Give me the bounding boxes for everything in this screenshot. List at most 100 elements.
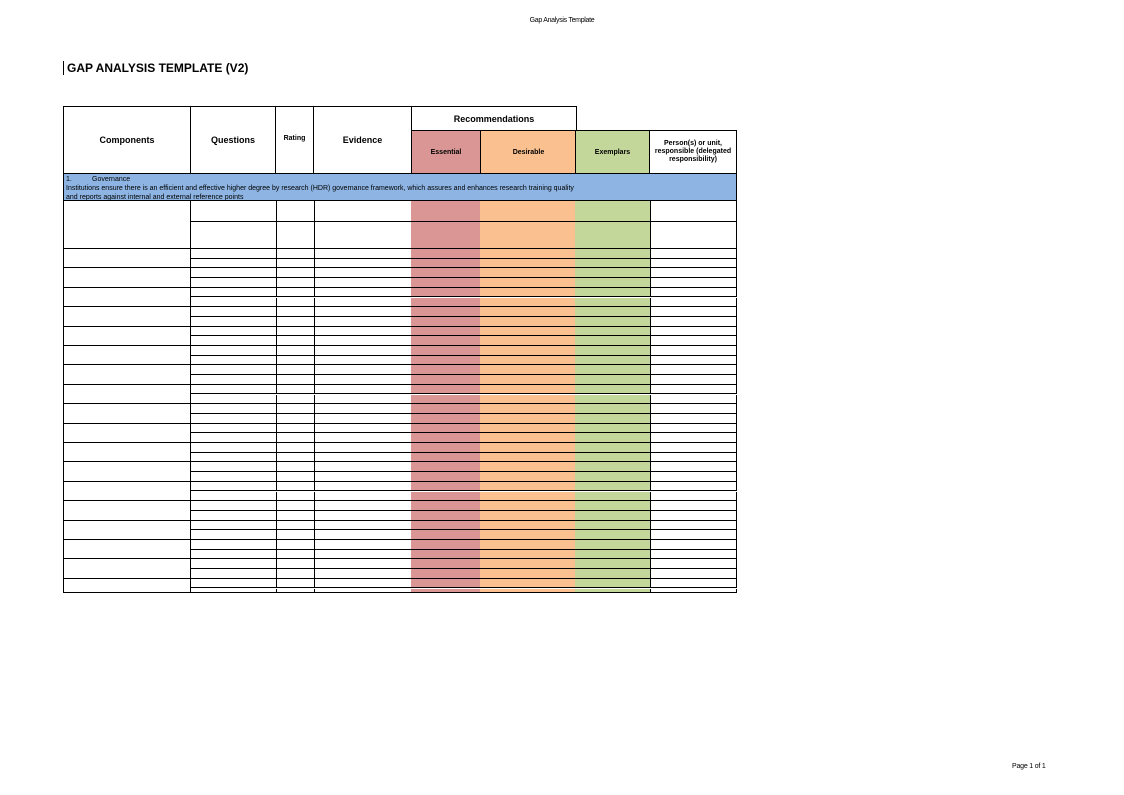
evidence-cell[interactable] (313, 365, 413, 376)
question-cell[interactable] (190, 365, 277, 376)
person-responsible-cell[interactable] (649, 481, 737, 492)
exemplars-cell[interactable] (575, 578, 651, 589)
component-cell[interactable] (63, 287, 191, 308)
desirable-cell[interactable] (480, 258, 577, 269)
desirable-cell[interactable] (480, 249, 577, 259)
desirable-cell[interactable] (480, 452, 577, 463)
component-cell[interactable] (63, 481, 191, 502)
rating-cell[interactable] (275, 481, 315, 492)
person-responsible-cell[interactable] (649, 549, 737, 560)
desirable-cell[interactable] (480, 394, 577, 405)
question-cell[interactable] (190, 222, 277, 249)
essential-cell[interactable] (411, 588, 482, 593)
evidence-cell[interactable] (313, 316, 413, 327)
exemplars-cell[interactable] (575, 481, 651, 492)
exemplars-cell[interactable] (575, 365, 651, 376)
rating-cell[interactable] (275, 336, 315, 346)
essential-cell[interactable] (411, 462, 482, 473)
person-responsible-cell[interactable] (649, 588, 737, 593)
desirable-cell[interactable] (480, 384, 577, 395)
rating-cell[interactable] (275, 462, 315, 473)
evidence-cell[interactable] (313, 433, 413, 443)
question-cell[interactable] (190, 258, 277, 269)
person-responsible-cell[interactable] (649, 520, 737, 531)
evidence-cell[interactable] (313, 530, 413, 540)
question-cell[interactable] (190, 336, 277, 346)
essential-cell[interactable] (411, 472, 482, 482)
essential-cell[interactable] (411, 501, 482, 511)
person-responsible-cell[interactable] (649, 326, 737, 337)
evidence-cell[interactable] (313, 258, 413, 269)
essential-cell[interactable] (411, 316, 482, 327)
question-cell[interactable] (190, 413, 277, 424)
exemplars-cell[interactable] (575, 375, 651, 385)
question-cell[interactable] (190, 268, 277, 279)
essential-cell[interactable] (411, 394, 482, 405)
desirable-cell[interactable] (480, 530, 577, 540)
person-responsible-cell[interactable] (649, 394, 737, 405)
exemplars-cell[interactable] (575, 491, 651, 502)
essential-cell[interactable] (411, 326, 482, 337)
rating-cell[interactable] (275, 249, 315, 259)
person-responsible-cell[interactable] (649, 433, 737, 443)
rating-cell[interactable] (275, 569, 315, 579)
essential-cell[interactable] (411, 510, 482, 521)
rating-cell[interactable] (275, 307, 315, 317)
question-cell[interactable] (190, 588, 277, 593)
evidence-cell[interactable] (313, 578, 413, 589)
desirable-cell[interactable] (480, 578, 577, 589)
evidence-cell[interactable] (313, 501, 413, 511)
person-responsible-cell[interactable] (649, 287, 737, 298)
exemplars-cell[interactable] (575, 326, 651, 337)
rating-cell[interactable] (275, 316, 315, 327)
essential-cell[interactable] (411, 365, 482, 376)
person-responsible-cell[interactable] (649, 501, 737, 511)
rating-cell[interactable] (275, 394, 315, 405)
rating-cell[interactable] (275, 355, 315, 366)
rating-cell[interactable] (275, 346, 315, 356)
rating-cell[interactable] (275, 588, 315, 593)
rating-cell[interactable] (275, 297, 315, 308)
evidence-cell[interactable] (313, 375, 413, 385)
essential-cell[interactable] (411, 375, 482, 385)
evidence-cell[interactable] (313, 268, 413, 279)
evidence-cell[interactable] (313, 355, 413, 366)
component-cell[interactable] (63, 201, 191, 249)
exemplars-cell[interactable] (575, 443, 651, 453)
exemplars-cell[interactable] (575, 423, 651, 434)
person-responsible-cell[interactable] (649, 307, 737, 317)
desirable-cell[interactable] (480, 569, 577, 579)
question-cell[interactable] (190, 472, 277, 482)
essential-cell[interactable] (411, 578, 482, 589)
essential-cell[interactable] (411, 569, 482, 579)
desirable-cell[interactable] (480, 201, 577, 222)
evidence-cell[interactable] (313, 404, 413, 414)
exemplars-cell[interactable] (575, 336, 651, 346)
question-cell[interactable] (190, 355, 277, 366)
question-cell[interactable] (190, 549, 277, 560)
desirable-cell[interactable] (480, 404, 577, 414)
person-responsible-cell[interactable] (649, 346, 737, 356)
person-responsible-cell[interactable] (649, 297, 737, 308)
exemplars-cell[interactable] (575, 472, 651, 482)
essential-cell[interactable] (411, 278, 482, 288)
person-responsible-cell[interactable] (649, 365, 737, 376)
question-cell[interactable] (190, 540, 277, 550)
evidence-cell[interactable] (313, 452, 413, 463)
exemplars-cell[interactable] (575, 287, 651, 298)
rating-cell[interactable] (275, 433, 315, 443)
question-cell[interactable] (190, 510, 277, 521)
desirable-cell[interactable] (480, 549, 577, 560)
exemplars-cell[interactable] (575, 588, 651, 593)
evidence-cell[interactable] (313, 462, 413, 473)
rating-cell[interactable] (275, 258, 315, 269)
rating-cell[interactable] (275, 578, 315, 589)
desirable-cell[interactable] (480, 326, 577, 337)
essential-cell[interactable] (411, 520, 482, 531)
component-cell[interactable] (63, 404, 191, 424)
question-cell[interactable] (190, 326, 277, 337)
exemplars-cell[interactable] (575, 501, 651, 511)
essential-cell[interactable] (411, 258, 482, 269)
component-cell[interactable] (63, 520, 191, 540)
question-cell[interactable] (190, 443, 277, 453)
